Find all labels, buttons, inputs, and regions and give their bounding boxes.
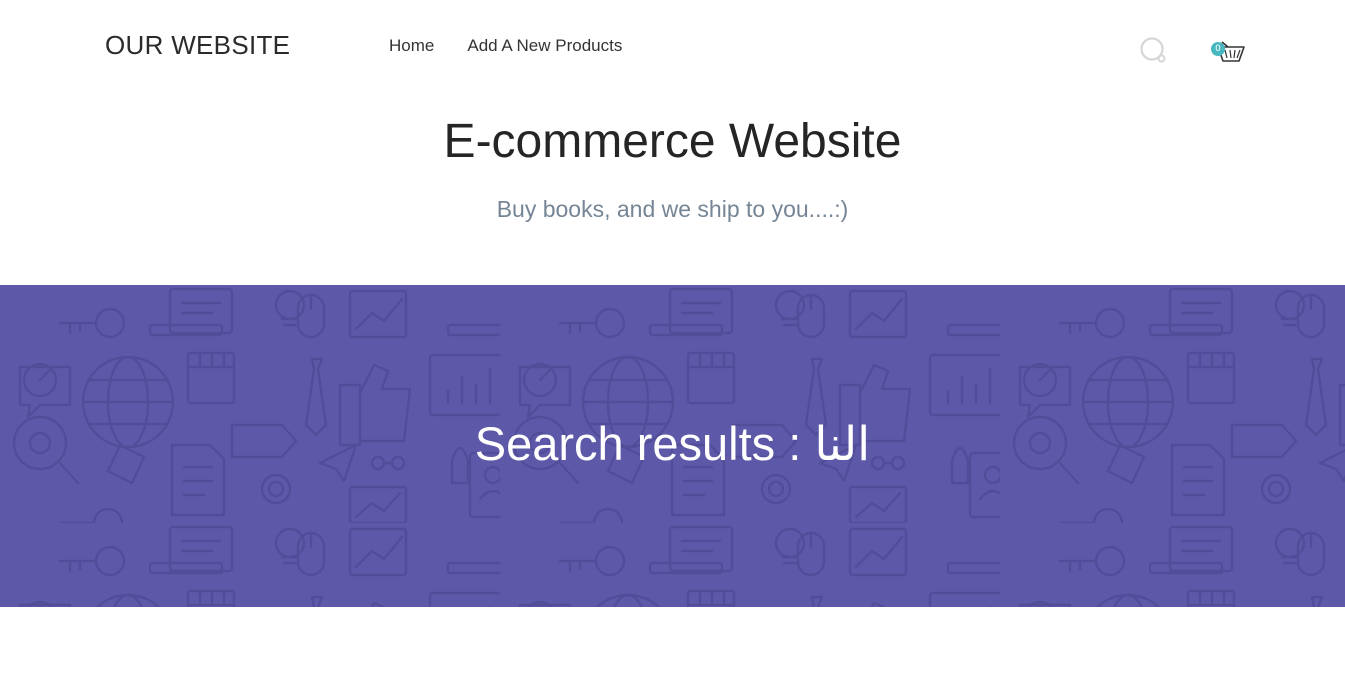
site-logo[interactable]: OUR WEBSITE (105, 30, 290, 61)
page-title: E-commerce Website (443, 115, 902, 168)
page: OUR WEBSITE Home Add A New Products 0 E-… (0, 0, 1345, 689)
search-results-prefix: Search results : (474, 417, 815, 470)
search-results-heading: Search results : النا (0, 416, 1345, 472)
cart-count-badge: 0 (1211, 42, 1225, 56)
main-nav: Home Add A New Products (389, 36, 655, 56)
nav-home-link[interactable]: Home (389, 36, 434, 56)
search-query: النا (814, 417, 871, 470)
page-subtitle: Buy books, and we ship to you....:) (496, 196, 849, 222)
nav-add-product-link[interactable]: Add A New Products (467, 36, 622, 56)
header: OUR WEBSITE Home Add A New Products 0 (0, 0, 1345, 92)
search-icon (1140, 37, 1166, 63)
search-button[interactable] (1139, 36, 1169, 66)
cart-button[interactable]: 0 (1208, 36, 1248, 66)
